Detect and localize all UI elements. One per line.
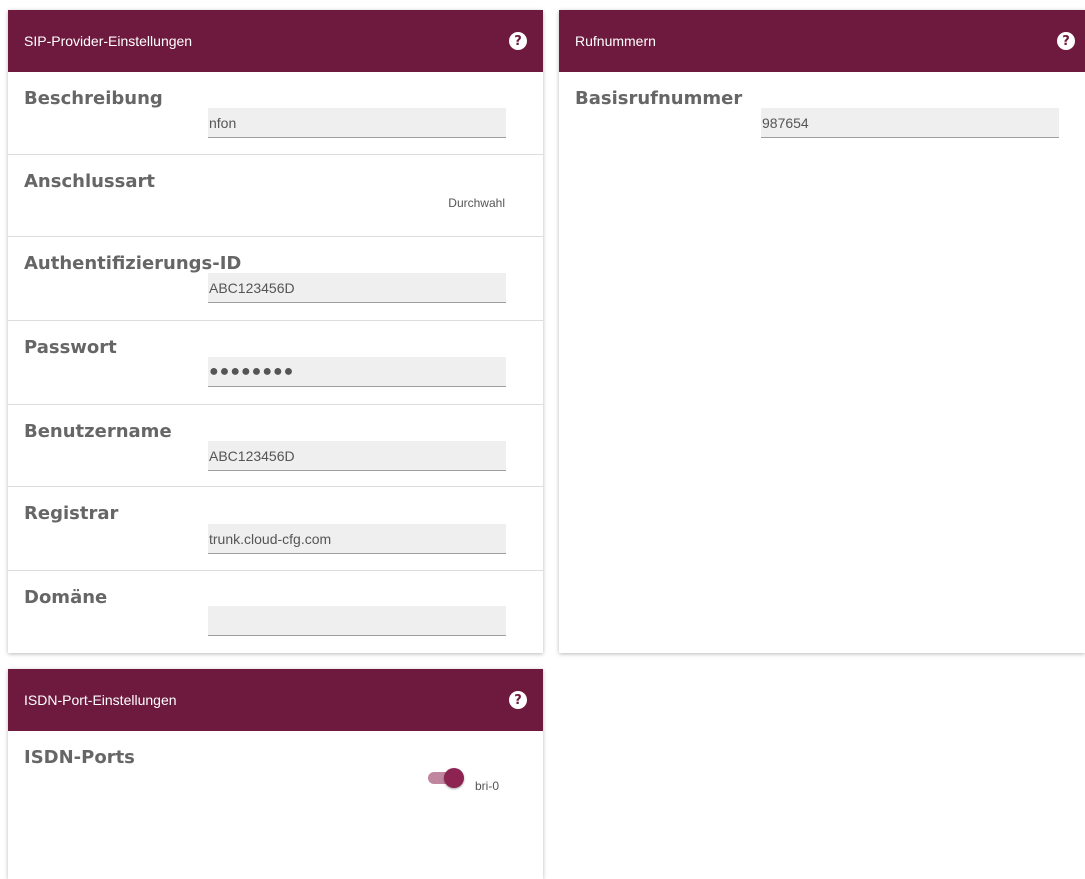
basisrufnummer-field[interactable] [761, 108, 1059, 138]
bri-0-toggle[interactable] [428, 768, 464, 789]
passwort-label: Passwort [24, 337, 117, 358]
auth-id-field[interactable] [208, 273, 506, 303]
isdn-port-title: ISDN-Port-Einstellungen [24, 692, 177, 708]
domaene-label: Domäne [24, 587, 108, 608]
beschreibung-row: Beschreibung [8, 72, 543, 155]
isdn-ports-label: ISDN-Ports [24, 747, 135, 768]
isdn-port-card: ISDN-Port-Einstellungen ? ISDN-Ports bri… [8, 669, 543, 879]
benutzername-label: Benutzername [24, 421, 172, 442]
isdn-port-header: ISDN-Port-Einstellungen ? [8, 669, 543, 731]
registrar-label: Registrar [24, 503, 119, 524]
anschlussart-value: Durchwahl [448, 196, 505, 210]
passwort-field[interactable] [208, 357, 506, 387]
help-icon[interactable]: ? [509, 691, 527, 709]
toggle-thumb [444, 768, 464, 788]
benutzername-row: Benutzername [8, 405, 543, 487]
anschlussart-label: Anschlussart [24, 171, 155, 192]
registrar-row: Registrar [8, 487, 543, 571]
sip-provider-title: SIP-Provider-Einstellungen [24, 33, 193, 49]
domaene-row: Domäne [8, 571, 543, 653]
beschreibung-label: Beschreibung [24, 88, 163, 109]
domaene-field[interactable] [208, 606, 506, 636]
auth-id-label: Authentifizierungs-ID [24, 253, 242, 274]
help-icon[interactable]: ? [1057, 32, 1075, 50]
sip-provider-header: SIP-Provider-Einstellungen ? [8, 10, 543, 72]
beschreibung-field[interactable] [208, 108, 506, 138]
sip-provider-card: SIP-Provider-Einstellungen ? Beschreibun… [8, 10, 543, 653]
basisrufnummer-row: Basisrufnummer [559, 72, 1085, 162]
help-icon[interactable]: ? [509, 32, 527, 50]
bri-0-label: bri-0 [475, 779, 500, 793]
benutzername-field[interactable] [208, 441, 506, 471]
basisrufnummer-label: Basisrufnummer [575, 88, 743, 109]
rufnummern-header: Rufnummern ? [559, 10, 1085, 72]
isdn-ports-row: ISDN-Ports bri-0 [8, 731, 543, 861]
rufnummern-title: Rufnummern [575, 33, 656, 49]
registrar-field[interactable] [208, 524, 506, 554]
passwort-row: Passwort [8, 321, 543, 405]
rufnummern-card: Rufnummern ? Basisrufnummer [559, 10, 1085, 653]
auth-id-row: Authentifizierungs-ID [8, 237, 543, 321]
anschlussart-row: Anschlussart Durchwahl [8, 155, 543, 237]
